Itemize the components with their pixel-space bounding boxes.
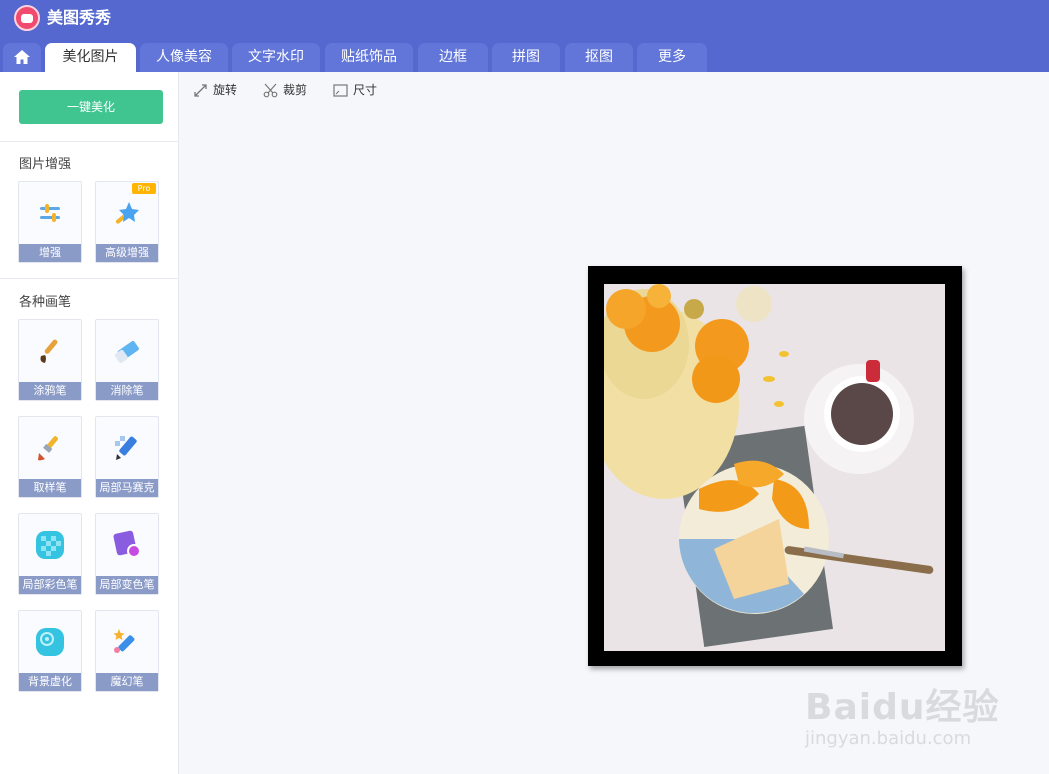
tool-eraser-pen[interactable]: 消除笔 [95,319,159,401]
tab-cutout[interactable]: 抠图 [565,43,633,72]
tool-label: 消除笔 [96,382,158,400]
divider [0,141,179,142]
blur-icon [19,611,81,673]
tool-local-recolor-pen[interactable]: 局部变色笔 [95,513,159,595]
tool-magic-pen[interactable]: 魔幻笔 [95,610,159,692]
rotate-icon [194,83,207,97]
tab-portrait[interactable]: 人像美容 [140,43,228,72]
sample-brush-icon [19,417,81,479]
tool-enhance[interactable]: 增强 [18,181,82,263]
tool-label: 魔幻笔 [96,673,158,691]
mosaic-pen-icon [96,417,158,479]
scissors-icon [263,83,278,97]
tool-label: 涂鸦笔 [19,382,81,400]
tool-advanced-enhance[interactable]: Pro 高级增强 [95,181,159,263]
one-key-beautify-button[interactable]: 一键美化 [19,90,163,124]
food-photo-image [604,284,945,651]
resize-icon [333,83,348,97]
paintbrush-icon [19,320,81,382]
size-label: 尺寸 [353,83,378,97]
tool-doodle-pen[interactable]: 涂鸦笔 [18,319,82,401]
section-title-enhance: 图片增强 [19,157,72,172]
tab-text[interactable]: 文字水印 [232,43,320,72]
home-icon [14,50,30,64]
tab-bar: 美化图片 人像美容 文字水印 贴纸饰品 边框 拼图 抠图 更多 [0,36,1049,72]
tool-sample-pen[interactable]: 取样笔 [18,416,82,498]
tab-stickers[interactable]: 贴纸饰品 [325,43,413,72]
tool-background-blur[interactable]: 背景虚化 [18,610,82,692]
title-bar: 美图秀秀 [0,0,1049,36]
color-pen-icon [19,514,81,576]
tab-collage[interactable]: 拼图 [492,43,560,72]
crop-button[interactable]: 裁剪 [263,80,307,100]
recolor-pen-icon [96,514,158,576]
rotate-button[interactable]: 旋转 [193,80,237,100]
tab-home[interactable] [3,43,41,72]
section-title-brushes: 各种画笔 [19,295,72,310]
tab-more[interactable]: 更多 [637,43,707,72]
tool-local-color-pen[interactable]: 局部彩色笔 [18,513,82,595]
watermark-url: jingyan.baidu.com [805,728,972,749]
image-frame[interactable] [588,266,962,666]
size-button[interactable]: 尺寸 [333,80,377,100]
app-title: 美图秀秀 [47,8,112,27]
crop-label: 裁剪 [283,83,308,97]
divider [0,278,179,279]
tab-frames[interactable]: 边框 [418,43,488,72]
tool-label: 背景虚化 [19,673,81,691]
tool-label: 高级增强 [96,244,158,262]
eraser-icon [96,320,158,382]
tool-label: 局部彩色笔 [19,576,81,594]
tool-label: 局部变色笔 [96,576,158,594]
watermark: Baidu经验 jingyan.baidu.com [805,668,1005,758]
magic-pen-icon [96,611,158,673]
tab-beautify[interactable]: 美化图片 [45,43,136,72]
rotate-label: 旋转 [213,83,238,97]
watermark-text: Baidu经验 [805,687,1000,728]
tool-label: 取样笔 [19,479,81,497]
sidebar: 一键美化 图片增强 增强 Pro 高级增强 各种画笔 涂鸦笔 消除笔 取样笔 局… [0,72,179,774]
app-logo-icon [14,5,40,31]
tool-mosaic-pen[interactable]: 局部马赛克 [95,416,159,498]
tool-label: 局部马赛克 [96,479,158,497]
sliders-icon [19,182,81,244]
magic-star-icon [96,182,158,244]
photo[interactable] [604,284,945,651]
tool-label: 增强 [19,244,81,262]
